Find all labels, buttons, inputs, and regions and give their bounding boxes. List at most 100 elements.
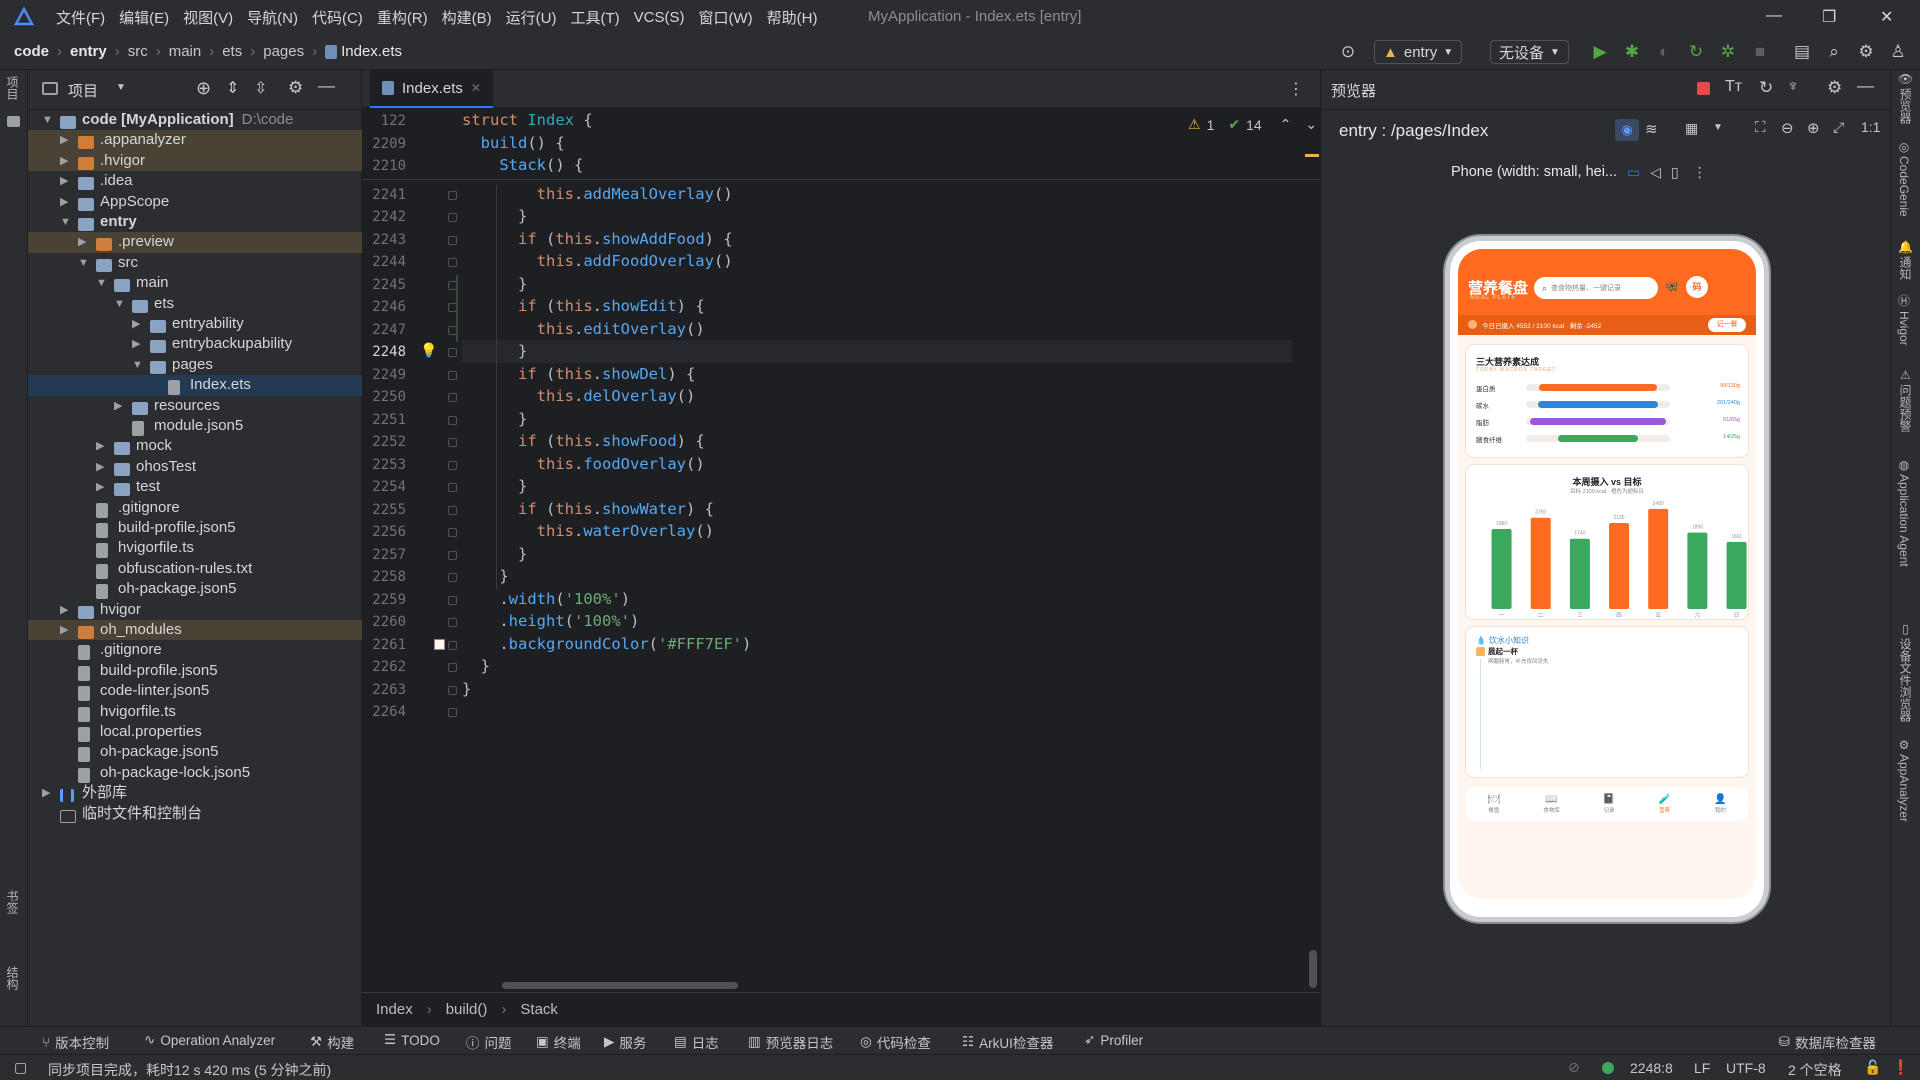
butterfly-icon[interactable]: 🦋 — [1664, 279, 1679, 293]
zoom-in-icon[interactable]: ⊕ — [1807, 119, 1820, 137]
chevron-right-icon[interactable]: ▶ — [96, 477, 104, 497]
bottom-tool-button[interactable]: ☷ ArkUI检查器 — [962, 1032, 1053, 1052]
chevron-right-icon[interactable]: ▶ — [60, 171, 68, 191]
reload-icon[interactable]: ↻ — [1686, 42, 1706, 62]
breadcrumb-item[interactable]: code — [14, 43, 49, 60]
chevron-down-icon[interactable]: ▼ — [78, 253, 89, 273]
fold-marker-icon[interactable] — [448, 573, 457, 582]
chevron-right-icon[interactable]: ▶ — [96, 457, 104, 477]
tree-item[interactable]: ▶ 外部库 — [28, 783, 362, 803]
right-tool-button[interactable]: 🔔 通知 — [1897, 240, 1914, 280]
breadcrumb-item[interactable]: ets — [222, 43, 242, 60]
fold-marker-icon[interactable] — [448, 415, 457, 425]
bottom-nav-item[interactable]: 👤 我的 — [1714, 794, 1726, 814]
bottom-tool-button[interactable]: ▣ 终端 — [536, 1032, 581, 1052]
avatar[interactable]: 码 — [1686, 276, 1708, 298]
bottom-tool-button[interactable]: ☰ TODO — [384, 1032, 440, 1048]
bottom-tool-button[interactable]: ⚒ 构建 — [310, 1032, 354, 1052]
lock-icon[interactable]: 🔓 — [1864, 1059, 1881, 1076]
hide-panel-icon[interactable]: — — [318, 76, 335, 96]
bottom-tool-button[interactable]: ▥ 预览器日志 — [748, 1032, 833, 1052]
chevron-down-icon[interactable]: ▼ — [116, 82, 126, 93]
run-icon[interactable]: ▶ — [1590, 42, 1610, 62]
fold-marker-icon[interactable] — [448, 685, 457, 695]
chevron-right-icon[interactable]: ▶ — [132, 314, 140, 334]
chevron-down-icon[interactable]: ▼ — [114, 294, 125, 314]
bottom-tool-button[interactable]: ⑂ 版本控制 — [42, 1032, 109, 1052]
tree-item[interactable]: .gitignore — [28, 640, 362, 661]
search-icon[interactable]: ⌕ — [1824, 42, 1844, 62]
profile-icon[interactable]: ✲ — [1718, 42, 1738, 62]
run-config-select[interactable]: ▲ entry ▼ — [1374, 40, 1463, 64]
toggle-panels-icon[interactable]: ▢ — [14, 1059, 27, 1076]
fold-marker-icon[interactable] — [448, 483, 457, 492]
device-switch-icon[interactable]: ▯ — [1671, 164, 1679, 181]
tree-item[interactable]: local.properties — [28, 722, 362, 742]
vertical-scrollbar[interactable] — [1309, 950, 1317, 988]
expand-all-icon[interactable]: ⇕ — [226, 78, 239, 98]
bookmarks-tool-button[interactable]: 书签 — [4, 890, 21, 914]
tree-item[interactable]: oh-package-lock.json5 — [28, 763, 362, 783]
tree-item[interactable]: module.json5 — [28, 416, 362, 436]
fold-marker-icon[interactable] — [448, 550, 457, 560]
tree-item[interactable]: ▶ .hvigor — [28, 150, 362, 172]
close-tab-icon[interactable]: ✕ — [471, 81, 481, 95]
close-window-button[interactable]: ✕ — [1880, 7, 1893, 27]
layers-icon[interactable]: ≋ — [1645, 120, 1658, 138]
power-save-icon[interactable]: ⊘ — [1568, 1059, 1580, 1076]
tree-item[interactable]: ▶ oh_modules — [28, 620, 362, 641]
menu-item[interactable]: 构建(B) — [442, 7, 492, 28]
fold-marker-icon[interactable] — [448, 528, 457, 537]
font-size-icon[interactable]: Tт — [1725, 78, 1742, 96]
right-tool-button[interactable]: 👁 预览器 — [1897, 72, 1914, 124]
code-area[interactable]: struct Index { build() { Stack() { this.… — [456, 108, 1322, 988]
caret-position[interactable]: 2248:8 — [1630, 1060, 1673, 1076]
tree-item[interactable]: ▼ main — [28, 273, 362, 293]
project-structure-icon[interactable]: ▤ — [1792, 42, 1812, 62]
tree-item[interactable]: ▶ mock — [28, 436, 362, 456]
tree-item[interactable]: ▶ entryability — [28, 314, 362, 334]
chevron-right-icon[interactable]: ▶ — [96, 436, 104, 456]
bottom-tool-button[interactable]: ⓘ 问题 — [466, 1032, 512, 1052]
menu-item[interactable]: 工具(T) — [570, 7, 619, 28]
stop-icon[interactable]: ■ — [1750, 42, 1770, 62]
tree-item[interactable]: ▶ test — [28, 477, 362, 497]
chevron-down-icon[interactable]: ▼ — [42, 110, 53, 130]
inspection-widget[interactable]: ⚠ 1 ✔ 14 ⌃ ⌄ — [1188, 116, 1317, 133]
fold-marker-icon[interactable] — [448, 640, 457, 650]
fold-marker-icon[interactable] — [448, 460, 457, 470]
gear-icon[interactable]: ⚙ — [288, 78, 303, 98]
bottom-nav-item[interactable]: 📓 记录 — [1603, 794, 1615, 814]
bottom-tool-button[interactable]: ∿ Operation Analyzer — [144, 1032, 275, 1048]
chevron-right-icon[interactable]: ▶ — [60, 600, 68, 620]
debug-icon[interactable]: ✱ — [1622, 42, 1642, 62]
bottom-tool-button[interactable]: ▶ 服务 — [604, 1032, 646, 1052]
chevron-right-icon[interactable]: ▶ — [114, 396, 122, 416]
actual-size-icon[interactable]: ⤢ — [1833, 119, 1844, 136]
tree-item[interactable]: build-profile.json5 — [28, 661, 362, 681]
bottom-tool-button[interactable]: ➶ Profiler — [1084, 1032, 1143, 1048]
fold-marker-icon[interactable] — [448, 663, 457, 672]
right-tool-button[interactable]: ⚙ AppAnalyzer — [1897, 738, 1911, 822]
bottom-tool-button[interactable]: ◎ 代码检查 — [860, 1032, 931, 1052]
status-message[interactable]: 同步项目完成，耗时12 s 420 ms (5 分钟之前) — [48, 1060, 331, 1080]
rotate-icon[interactable]: ◁ — [1650, 164, 1661, 181]
file-encoding[interactable]: UTF-8 — [1726, 1060, 1766, 1076]
next-highlight-icon[interactable]: ⌄ — [1305, 116, 1317, 133]
fold-marker-icon[interactable] — [448, 258, 457, 267]
search-input[interactable]: ⌕ 查食物热量、一键记录 — [1534, 277, 1658, 299]
right-tool-button[interactable]: ◍ Application Agent — [1897, 458, 1911, 567]
menu-item[interactable]: 帮助(H) — [767, 7, 818, 28]
account-icon[interactable]: ♙ — [1888, 42, 1908, 62]
fold-marker-icon[interactable] — [448, 370, 457, 380]
tree-item[interactable]: ▼ src — [28, 253, 362, 273]
menu-item[interactable]: 运行(U) — [506, 7, 557, 28]
tree-item[interactable]: ▶ .idea — [28, 171, 362, 191]
database-inspector-button[interactable]: ⛁ 数据库检查器 — [1779, 1032, 1876, 1052]
bottom-nav-item[interactable]: 🧪 营养 — [1658, 794, 1670, 814]
tree-item[interactable]: ▶ .preview — [28, 232, 362, 253]
menu-item[interactable]: 视图(V) — [183, 7, 233, 28]
breadcrumb-item[interactable]: pages — [263, 43, 304, 60]
menu-item[interactable]: 窗口(W) — [698, 7, 752, 28]
fold-marker-icon[interactable] — [448, 213, 457, 222]
